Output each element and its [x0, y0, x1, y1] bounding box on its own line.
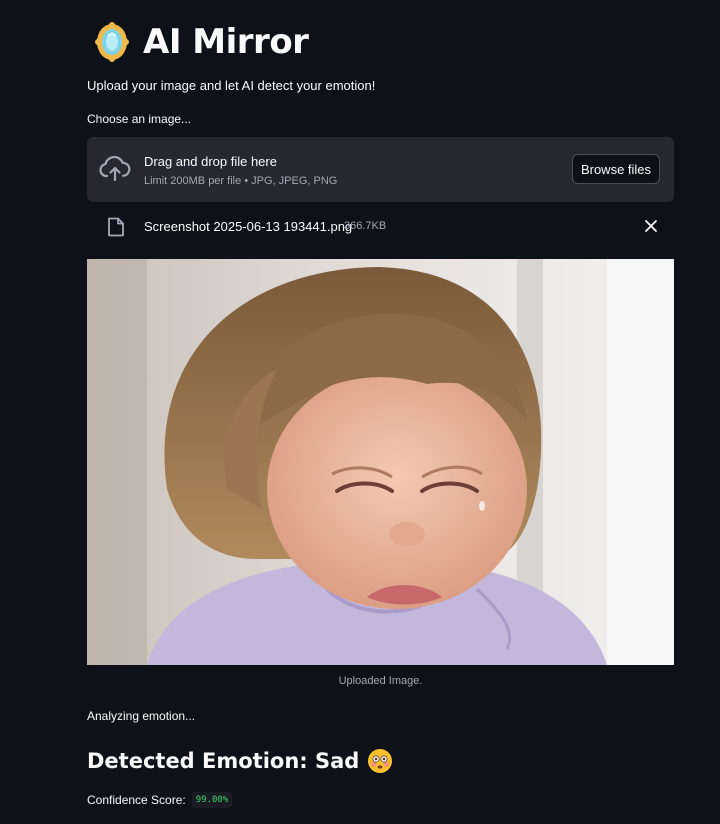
image-caption: Uploaded Image. — [338, 675, 423, 687]
header: AI Mirror — [95, 18, 309, 66]
file-dropzone[interactable]: Drag and drop file here Limit 200MB per … — [87, 137, 674, 202]
detected-emotion-text: Detected Emotion: Sad — [87, 749, 360, 773]
confidence-label: Confidence Score: — [87, 793, 186, 807]
flushed-face-emoji — [368, 749, 393, 773]
file-uploader-label: Choose an image... — [87, 112, 192, 126]
dropzone-limit-text: Limit 200MB per file • JPG, JPEG, PNG — [144, 175, 338, 187]
uploaded-file-item: Screenshot 2025-06-13 193441.png 366.7KB — [87, 210, 674, 242]
close-icon — [645, 220, 657, 232]
confidence-row: Confidence Score: 99.00% — [87, 792, 233, 808]
cloud-upload-icon — [99, 155, 131, 182]
uploaded-file-name: Screenshot 2025-06-13 193441.png — [144, 219, 353, 234]
page-title: AI Mirror — [143, 22, 309, 62]
uploaded-file-size: 366.7KB — [344, 220, 387, 232]
browse-files-button[interactable]: Browse files — [572, 154, 660, 184]
remove-file-button[interactable] — [642, 217, 660, 235]
dropzone-instructions: Drag and drop file here — [144, 154, 277, 169]
analysis-status: Analyzing emotion... — [87, 709, 196, 723]
uploaded-photo — [87, 259, 674, 665]
uploaded-image — [87, 259, 674, 665]
confidence-value: 99.00% — [191, 792, 233, 808]
subtitle-text: Upload your image and let AI detect your… — [87, 78, 376, 93]
file-icon — [108, 217, 124, 237]
detected-emotion-heading: Detected Emotion: Sad — [87, 748, 393, 774]
magic-mirror-icon — [95, 22, 129, 62]
